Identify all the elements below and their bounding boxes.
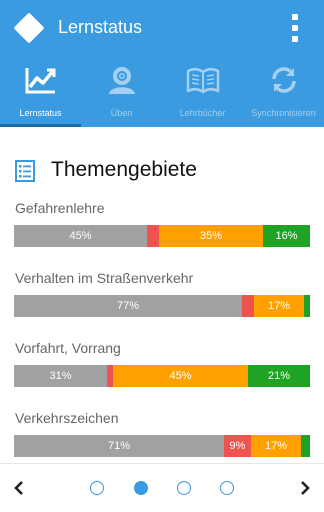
topic-progress-bar[interactable]: 45% 35% 16% bbox=[14, 225, 310, 247]
progress-segment-gray: 71% bbox=[14, 435, 224, 457]
progress-segment-orange: 45% bbox=[113, 365, 248, 387]
progress-segment-red: 9% bbox=[224, 435, 251, 457]
sync-icon bbox=[272, 67, 296, 93]
topic-progress-bar[interactable]: 31% 45% 21% bbox=[14, 365, 310, 387]
page-dot[interactable] bbox=[177, 481, 191, 495]
progress-segment-green: 21% bbox=[248, 365, 310, 387]
tab-ueben[interactable]: Üben bbox=[81, 57, 162, 127]
progress-segment-gray: 31% bbox=[14, 365, 107, 387]
tab-label: Lehrbücher bbox=[179, 108, 226, 118]
tab-lehrbuecher[interactable]: Lehrbücher bbox=[162, 57, 243, 127]
progress-segment-orange: 35% bbox=[159, 225, 263, 247]
topic-progress-bar[interactable]: 71% 9% 17% bbox=[14, 435, 310, 457]
topic-label: Gefahrenlehre bbox=[15, 200, 105, 216]
section-title: Themengebiete bbox=[51, 158, 197, 181]
progress-segment-orange: 17% bbox=[254, 295, 304, 317]
app-logo-icon bbox=[13, 12, 45, 44]
overflow-menu-button[interactable] bbox=[288, 14, 302, 42]
tab-label: Lernstatus bbox=[19, 108, 62, 118]
app-title: Lernstatus bbox=[58, 17, 143, 37]
progress-segment-red bbox=[147, 225, 159, 247]
page-dot[interactable] bbox=[90, 481, 104, 495]
progress-segment-green: 16% bbox=[263, 225, 310, 247]
progress-segment-gray: 77% bbox=[14, 295, 242, 317]
progress-segment-green bbox=[304, 295, 310, 317]
trend-chart-icon bbox=[25, 68, 56, 94]
topic-label: Vorfahrt, Vorrang bbox=[15, 340, 121, 356]
topic-label: Verkehrszeichen bbox=[15, 410, 119, 426]
previous-page-button[interactable] bbox=[12, 480, 26, 496]
menu-dot-icon bbox=[292, 25, 298, 31]
tab-lernstatus[interactable]: Lernstatus bbox=[0, 57, 81, 127]
menu-dot-icon bbox=[292, 14, 298, 20]
tab-label: Synchronisieren bbox=[251, 108, 316, 118]
tab-label: Üben bbox=[110, 108, 133, 118]
menu-dot-icon bbox=[292, 36, 298, 42]
progress-segment-orange: 17% bbox=[251, 435, 301, 457]
bottom-pager bbox=[0, 463, 324, 512]
topic-label: Verhalten im Straßenverkehr bbox=[15, 270, 194, 286]
progress-segment-gray: 45% bbox=[14, 225, 147, 247]
gear-head-icon bbox=[109, 67, 135, 94]
next-page-button[interactable] bbox=[298, 480, 312, 496]
page-dot[interactable] bbox=[134, 481, 148, 495]
open-book-icon bbox=[186, 67, 220, 94]
topic-progress-bar[interactable]: 77% 17% bbox=[14, 295, 310, 317]
app-bar: Lernstatus bbox=[0, 0, 324, 57]
progress-segment-red bbox=[242, 295, 254, 317]
tab-synchronisieren[interactable]: Synchronisieren bbox=[243, 57, 324, 127]
page-dot[interactable] bbox=[220, 481, 234, 495]
tab-bar: Lernstatus Üben Lehrbücher Synchronisier… bbox=[0, 57, 324, 127]
list-icon bbox=[15, 160, 35, 182]
main-content[interactable]: Themengebiete Gefahrenlehre 45% 35% 16% Ve… bbox=[0, 127, 324, 463]
progress-segment-green bbox=[301, 435, 310, 457]
